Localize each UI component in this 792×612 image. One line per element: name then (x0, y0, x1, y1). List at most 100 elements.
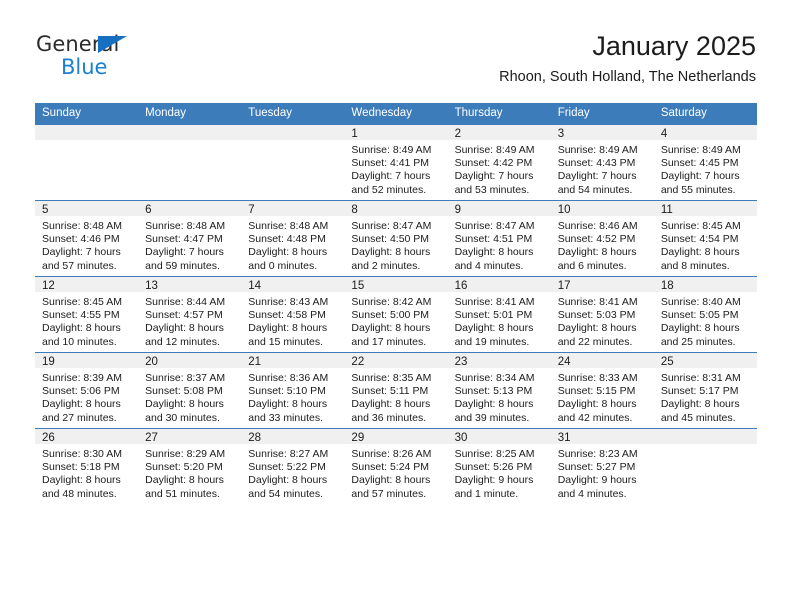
calendar-day-cell: 2 Sunrise: 8:49 AM Sunset: 4:42 PM Daylight… (447, 124, 551, 201)
sunset-text: Sunset: 4:52 PM (557, 233, 636, 246)
day-details: Sunrise: 8:41 AM Sunset: 5:01 PM Daylight:… (448, 292, 551, 349)
sunrise-text: Sunrise: 8:48 AM (42, 220, 122, 232)
calendar-day-cell: 11 Sunrise: 8:45 AM Sunset: 4:54 PM Dayligh… (653, 200, 757, 277)
sunset-text: Sunset: 4:57 PM (145, 309, 223, 322)
sunset-text: Sunset: 4:58 PM (248, 309, 326, 322)
sunset-text: Sunset: 5:08 PM (145, 385, 223, 398)
sunset-text: Sunset: 4:45 PM (660, 157, 739, 170)
calendar-day-cell: 24 Sunrise: 8:33 AM Sunset: 5:15 PM Dayligh… (550, 352, 654, 429)
daylight-text: Daylight: 8 hours and 30 minutes. (145, 398, 224, 424)
sunset-text: Sunset: 5:13 PM (454, 385, 533, 398)
calendar-day-cell: 20 Sunrise: 8:37 AM Sunset: 5:08 PM Dayligh… (138, 352, 242, 429)
sunset-text: Sunset: 5:17 PM (660, 385, 739, 398)
sunrise-text: Sunrise: 8:47 AM (454, 220, 535, 232)
calendar-day-cell: 27 Sunrise: 8:29 AM Sunset: 5:20 PM Dayligh… (138, 428, 242, 504)
day-number: 12 (35, 277, 139, 292)
day-details: Sunrise: 8:47 AM Sunset: 4:50 PM Daylight:… (344, 216, 447, 273)
day-details: Sunrise: 8:39 AM Sunset: 5:06 PM Daylight:… (35, 368, 138, 425)
day-details: Sunrise: 8:43 AM Sunset: 4:58 PM Daylight:… (241, 292, 344, 349)
day-number: 4 (653, 125, 757, 140)
calendar-week-row: 1 Sunrise: 8:49 AM Sunset: 4:41 PM Daylight… (35, 124, 757, 201)
sunset-text: Sunset: 5:10 PM (248, 385, 326, 398)
day-number: 25 (653, 353, 757, 368)
sunset-text: Sunset: 4:51 PM (454, 233, 533, 246)
day-number: 21 (241, 353, 345, 368)
sunset-text: Sunset: 5:22 PM (248, 461, 326, 474)
calendar-day-cell: 30 Sunrise: 8:25 AM Sunset: 5:26 PM Dayligh… (447, 428, 551, 504)
day-number: 30 (447, 429, 551, 444)
sunrise-text: Sunrise: 8:34 AM (454, 372, 535, 384)
daylight-text: Daylight: 8 hours and 19 minutes. (454, 322, 534, 348)
calendar-day-cell: 12 Sunrise: 8:45 AM Sunset: 4:55 PM Dayligh… (35, 276, 139, 353)
daylight-text: Daylight: 8 hours and 51 minutes. (145, 474, 224, 500)
sunset-text: Sunset: 4:46 PM (42, 233, 120, 246)
daylight-text: Daylight: 8 hours and 2 minutes. (351, 246, 431, 272)
calendar-day-cell: 29 Sunrise: 8:26 AM Sunset: 5:24 PM Dayligh… (344, 428, 448, 504)
day-number: 27 (138, 429, 242, 444)
day-details: Sunrise: 8:27 AM Sunset: 5:22 PM Daylight:… (241, 444, 344, 501)
sunset-text: Sunset: 5:26 PM (454, 461, 533, 474)
daylight-text: Daylight: 8 hours and 22 minutes. (557, 322, 637, 348)
weekday-header-saturday: Saturday (653, 103, 757, 125)
calendar-day-cell: 13 Sunrise: 8:44 AM Sunset: 4:57 PM Dayligh… (138, 276, 242, 353)
daylight-text: Daylight: 7 hours and 54 minutes. (557, 170, 637, 196)
calendar-day-cell-empty (35, 124, 139, 201)
daylight-text: Daylight: 8 hours and 42 minutes. (557, 398, 637, 424)
calendar-day-cell: 25 Sunrise: 8:31 AM Sunset: 5:17 PM Dayligh… (653, 352, 757, 429)
sunset-text: Sunset: 5:27 PM (557, 461, 636, 474)
daylight-text: Daylight: 7 hours and 55 minutes. (660, 170, 740, 196)
daylight-text: Daylight: 8 hours and 6 minutes. (557, 246, 637, 272)
daylight-text: Daylight: 8 hours and 4 minutes. (454, 246, 534, 272)
sunrise-text: Sunrise: 8:23 AM (557, 448, 638, 460)
day-details: Sunrise: 8:49 AM Sunset: 4:42 PM Daylight:… (448, 140, 551, 197)
sunrise-text: Sunrise: 8:31 AM (660, 372, 741, 384)
day-number: 29 (344, 429, 448, 444)
calendar-header-row: Sunday Monday Tuesday Wednesday Thursday… (35, 103, 757, 125)
sunrise-text: Sunrise: 8:26 AM (351, 448, 432, 460)
calendar-day-cell: 23 Sunrise: 8:34 AM Sunset: 5:13 PM Dayligh… (447, 352, 551, 429)
day-number: 7 (241, 201, 345, 216)
sunset-text: Sunset: 4:50 PM (351, 233, 430, 246)
day-details: Sunrise: 8:44 AM Sunset: 4:57 PM Daylight:… (138, 292, 241, 349)
calendar-day-cell: 4 Sunrise: 8:49 AM Sunset: 4:45 PM Daylight… (653, 124, 757, 201)
sunrise-text: Sunrise: 8:44 AM (145, 296, 226, 308)
sunset-text: Sunset: 4:41 PM (351, 157, 430, 170)
day-details: Sunrise: 8:48 AM Sunset: 4:46 PM Daylight:… (35, 216, 138, 273)
day-number (35, 125, 139, 140)
sunrise-text: Sunrise: 8:27 AM (248, 448, 329, 460)
sunrise-text: Sunrise: 8:39 AM (42, 372, 122, 384)
sunrise-text: Sunrise: 8:47 AM (351, 220, 432, 232)
daylight-text: Daylight: 8 hours and 48 minutes. (42, 474, 121, 500)
day-details: Sunrise: 8:46 AM Sunset: 4:52 PM Daylight:… (551, 216, 654, 273)
sunrise-text: Sunrise: 8:49 AM (454, 144, 535, 156)
day-details: Sunrise: 8:29 AM Sunset: 5:20 PM Daylight:… (138, 444, 241, 501)
sunset-text: Sunset: 4:47 PM (145, 233, 223, 246)
sunset-text: Sunset: 4:54 PM (660, 233, 739, 246)
calendar-week-row: 19 Sunrise: 8:39 AM Sunset: 5:06 PM Dayligh… (35, 352, 757, 429)
weekday-header-thursday: Thursday (447, 103, 551, 125)
day-number: 16 (447, 277, 551, 292)
daylight-text: Daylight: 8 hours and 27 minutes. (42, 398, 121, 424)
sunset-text: Sunset: 5:05 PM (660, 309, 739, 322)
day-details: Sunrise: 8:48 AM Sunset: 4:48 PM Daylight:… (241, 216, 344, 273)
day-number: 5 (35, 201, 139, 216)
calendar-table: Sunday Monday Tuesday Wednesday Thursday… (35, 103, 757, 504)
day-details: Sunrise: 8:42 AM Sunset: 5:00 PM Daylight:… (344, 292, 447, 349)
calendar-day-cell: 9 Sunrise: 8:47 AM Sunset: 4:51 PM Daylight… (447, 200, 551, 277)
daylight-text: Daylight: 7 hours and 57 minutes. (42, 246, 121, 272)
day-number (241, 125, 345, 140)
sunrise-text: Sunrise: 8:29 AM (145, 448, 226, 460)
sunset-text: Sunset: 5:03 PM (557, 309, 636, 322)
daylight-text: Daylight: 8 hours and 0 minutes. (248, 246, 328, 272)
calendar-day-cell: 3 Sunrise: 8:49 AM Sunset: 4:43 PM Daylight… (550, 124, 654, 201)
daylight-text: Daylight: 8 hours and 54 minutes. (248, 474, 328, 500)
sunrise-text: Sunrise: 8:37 AM (145, 372, 226, 384)
sunrise-text: Sunrise: 8:49 AM (660, 144, 741, 156)
day-number: 6 (138, 201, 242, 216)
daylight-text: Daylight: 8 hours and 36 minutes. (351, 398, 431, 424)
sunrise-text: Sunrise: 8:36 AM (248, 372, 329, 384)
day-number: 3 (550, 125, 654, 140)
sunrise-text: Sunrise: 8:49 AM (351, 144, 432, 156)
calendar-day-cell: 5 Sunrise: 8:48 AM Sunset: 4:46 PM Daylight… (35, 200, 139, 277)
logo-triangle-icon (98, 36, 127, 53)
